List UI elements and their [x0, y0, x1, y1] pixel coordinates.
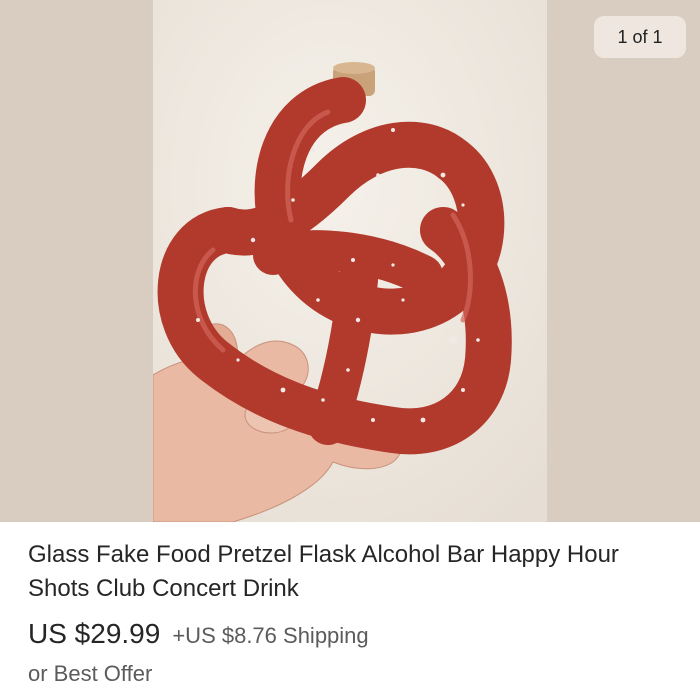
image-gallery[interactable]: 1 of 1	[0, 0, 700, 522]
listing-info: Glass Fake Food Pretzel Flask Alcohol Ba…	[0, 522, 700, 700]
best-offer-label: or Best Offer	[28, 661, 153, 686]
listing-title[interactable]: Glass Fake Food Pretzel Flask Alcohol Ba…	[28, 538, 678, 606]
image-counter-badge: 1 of 1	[594, 16, 686, 58]
price-row: US $29.99 +US $8.76 Shipping	[28, 618, 369, 650]
shipping-cost: +US $8.76 Shipping	[172, 623, 369, 648]
price: US $29.99	[28, 618, 161, 649]
product-photo[interactable]	[153, 0, 547, 522]
